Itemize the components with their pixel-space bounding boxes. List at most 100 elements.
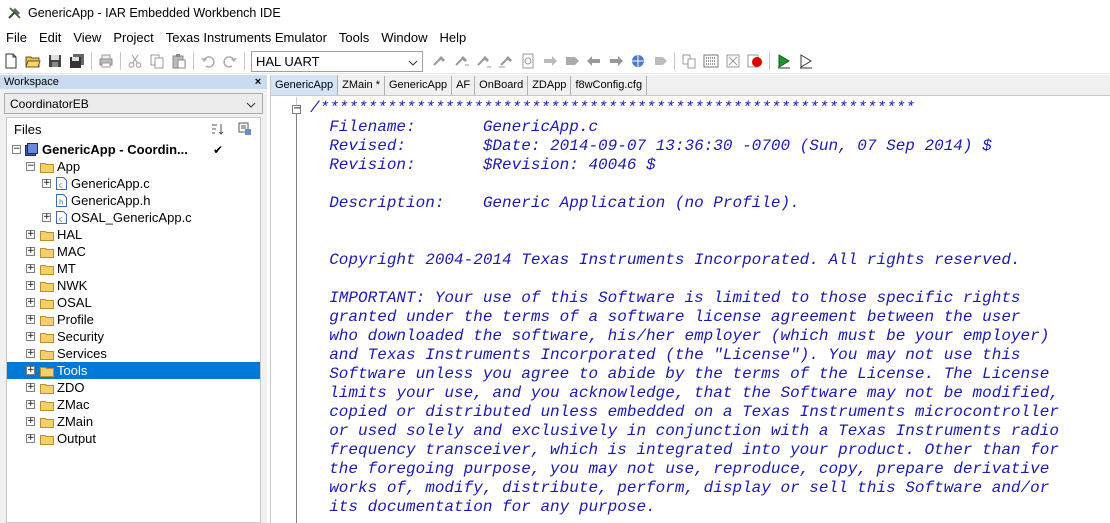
tree-item[interactable]: + Output bbox=[7, 430, 260, 447]
tree-item[interactable]: + OSAL bbox=[7, 294, 260, 311]
tree-item[interactable]: + Profile bbox=[7, 311, 260, 328]
save-icon[interactable] bbox=[45, 51, 65, 71]
print-icon[interactable] bbox=[96, 51, 116, 71]
compile-icon[interactable] bbox=[679, 51, 699, 71]
close-icon[interactable]: × bbox=[253, 76, 263, 88]
find-previous-icon[interactable] bbox=[474, 51, 494, 71]
code-line: who downloaded the software, his/her emp… bbox=[310, 327, 1050, 345]
code-line: IMPORTANT: Your use of this Software is … bbox=[310, 289, 1021, 307]
expand-icon[interactable]: + bbox=[26, 264, 35, 273]
workspace-config-select[interactable]: CoordinatorEB bbox=[4, 93, 263, 114]
replace-icon[interactable] bbox=[496, 51, 516, 71]
editor-tab[interactable]: OnBoard bbox=[475, 76, 529, 95]
sort-icon[interactable] bbox=[210, 121, 226, 137]
folder-icon bbox=[40, 246, 54, 258]
paste-icon[interactable] bbox=[169, 51, 189, 71]
expand-icon[interactable]: + bbox=[26, 298, 35, 307]
editor-tab[interactable]: f8wConfig.cfg bbox=[571, 76, 648, 95]
chevron-down-icon bbox=[408, 54, 418, 69]
menu-window[interactable]: Window bbox=[375, 27, 433, 48]
save-all-icon[interactable] bbox=[67, 51, 87, 71]
folder-icon bbox=[40, 229, 54, 241]
expand-icon[interactable]: + bbox=[26, 315, 35, 324]
tree-item[interactable]: + ZDO bbox=[7, 379, 260, 396]
tree-item[interactable]: + NWK bbox=[7, 277, 260, 294]
debug-without-download-icon[interactable] bbox=[796, 51, 816, 71]
collapse-icon[interactable]: − bbox=[26, 162, 35, 171]
expand-icon[interactable]: + bbox=[26, 383, 35, 392]
svg-text:c: c bbox=[59, 216, 63, 224]
new-file-icon[interactable] bbox=[1, 51, 21, 71]
build-config-select[interactable]: HAL UART bbox=[251, 50, 423, 72]
open-folder-icon[interactable] bbox=[23, 51, 43, 71]
navigate-forward-icon[interactable] bbox=[606, 51, 626, 71]
code-line: Revised: $Date: 2014-09-07 13:36:30 -070… bbox=[310, 137, 992, 155]
tree-item[interactable]: + c GenericApp.c bbox=[7, 175, 260, 192]
menu-edit[interactable]: Edit bbox=[33, 27, 67, 48]
tree-item[interactable]: + HAL bbox=[7, 226, 260, 243]
menu-project[interactable]: Project bbox=[107, 27, 159, 48]
editor-tab[interactable]: ZDApp bbox=[528, 76, 572, 95]
expand-icon[interactable]: + bbox=[26, 332, 35, 341]
bookmark-icon[interactable] bbox=[562, 51, 582, 71]
find-icon[interactable] bbox=[430, 51, 450, 71]
toolbar-separator bbox=[244, 52, 245, 70]
make-icon[interactable] bbox=[701, 51, 721, 71]
find-next-icon[interactable] bbox=[452, 51, 472, 71]
tree-item[interactable]: + Tools bbox=[7, 362, 260, 379]
editor-tab[interactable]: GenericApp bbox=[385, 76, 453, 95]
tree-item[interactable]: + Security bbox=[7, 328, 260, 345]
tree-item[interactable]: − App bbox=[7, 158, 260, 175]
menu-help[interactable]: Help bbox=[434, 27, 473, 48]
tree-item[interactable]: + ZMain bbox=[7, 413, 260, 430]
download-and-debug-icon[interactable] bbox=[774, 51, 794, 71]
tree-item-label: GenericApp.c bbox=[71, 176, 150, 191]
tree-item[interactable]: + Services bbox=[7, 345, 260, 362]
tree-item[interactable]: + MT bbox=[7, 260, 260, 277]
stop-build-icon[interactable] bbox=[723, 51, 743, 71]
navigate-back-icon[interactable] bbox=[584, 51, 604, 71]
expand-icon[interactable]: + bbox=[26, 400, 35, 409]
tree-project-root[interactable]: − GenericApp - Coordin... ✔ bbox=[7, 141, 260, 158]
expand-icon[interactable]: + bbox=[42, 179, 51, 188]
cut-icon[interactable] bbox=[125, 51, 145, 71]
menu-view[interactable]: View bbox=[67, 27, 107, 48]
expand-icon[interactable]: + bbox=[26, 434, 35, 443]
tree-header: Files bbox=[7, 118, 260, 140]
redo-icon[interactable] bbox=[220, 51, 240, 71]
expand-icon[interactable]: + bbox=[26, 366, 35, 375]
browse-icon[interactable] bbox=[628, 51, 648, 71]
expand-icon[interactable]: + bbox=[26, 247, 35, 256]
code-line: or used solely and exclusively in conjun… bbox=[310, 422, 1059, 440]
find-in-files-icon[interactable] bbox=[518, 51, 538, 71]
editor-tab[interactable]: GenericApp bbox=[271, 75, 339, 95]
expand-icon[interactable]: + bbox=[26, 417, 35, 426]
toggle-bookmark-icon[interactable] bbox=[650, 51, 670, 71]
toggle-breakpoint-icon[interactable] bbox=[745, 51, 765, 71]
tree-item[interactable]: +hGenericApp.h bbox=[7, 192, 260, 209]
folder-icon bbox=[40, 399, 54, 411]
collapse-icon[interactable]: − bbox=[12, 145, 21, 154]
copy-icon[interactable] bbox=[147, 51, 167, 71]
go-to-icon[interactable] bbox=[540, 51, 560, 71]
menu-tools[interactable]: Tools bbox=[333, 27, 375, 48]
tree-item[interactable]: + MAC bbox=[7, 243, 260, 260]
tree-item[interactable]: + ZMac bbox=[7, 396, 260, 413]
undo-icon[interactable] bbox=[198, 51, 218, 71]
expand-icon[interactable]: + bbox=[26, 349, 35, 358]
fold-collapse-icon[interactable]: − bbox=[292, 104, 301, 114]
menu-ti-emulator[interactable]: Texas Instruments Emulator bbox=[160, 27, 333, 48]
editor-tab[interactable]: AF bbox=[452, 76, 476, 95]
editor-tab[interactable]: ZMain * bbox=[338, 76, 385, 95]
expand-icon[interactable]: + bbox=[26, 230, 35, 239]
expand-icon[interactable]: + bbox=[42, 213, 51, 222]
toolbar: HAL UART bbox=[0, 49, 1110, 74]
code-area[interactable]: /***************************************… bbox=[310, 99, 1059, 517]
options-icon[interactable] bbox=[237, 121, 253, 137]
tree-item[interactable]: + c OSAL_GenericApp.c bbox=[7, 209, 260, 226]
expand-icon[interactable]: + bbox=[26, 281, 35, 290]
code-line: frequency transceiver, which is integrat… bbox=[310, 441, 1059, 459]
menu-file[interactable]: File bbox=[0, 27, 33, 48]
